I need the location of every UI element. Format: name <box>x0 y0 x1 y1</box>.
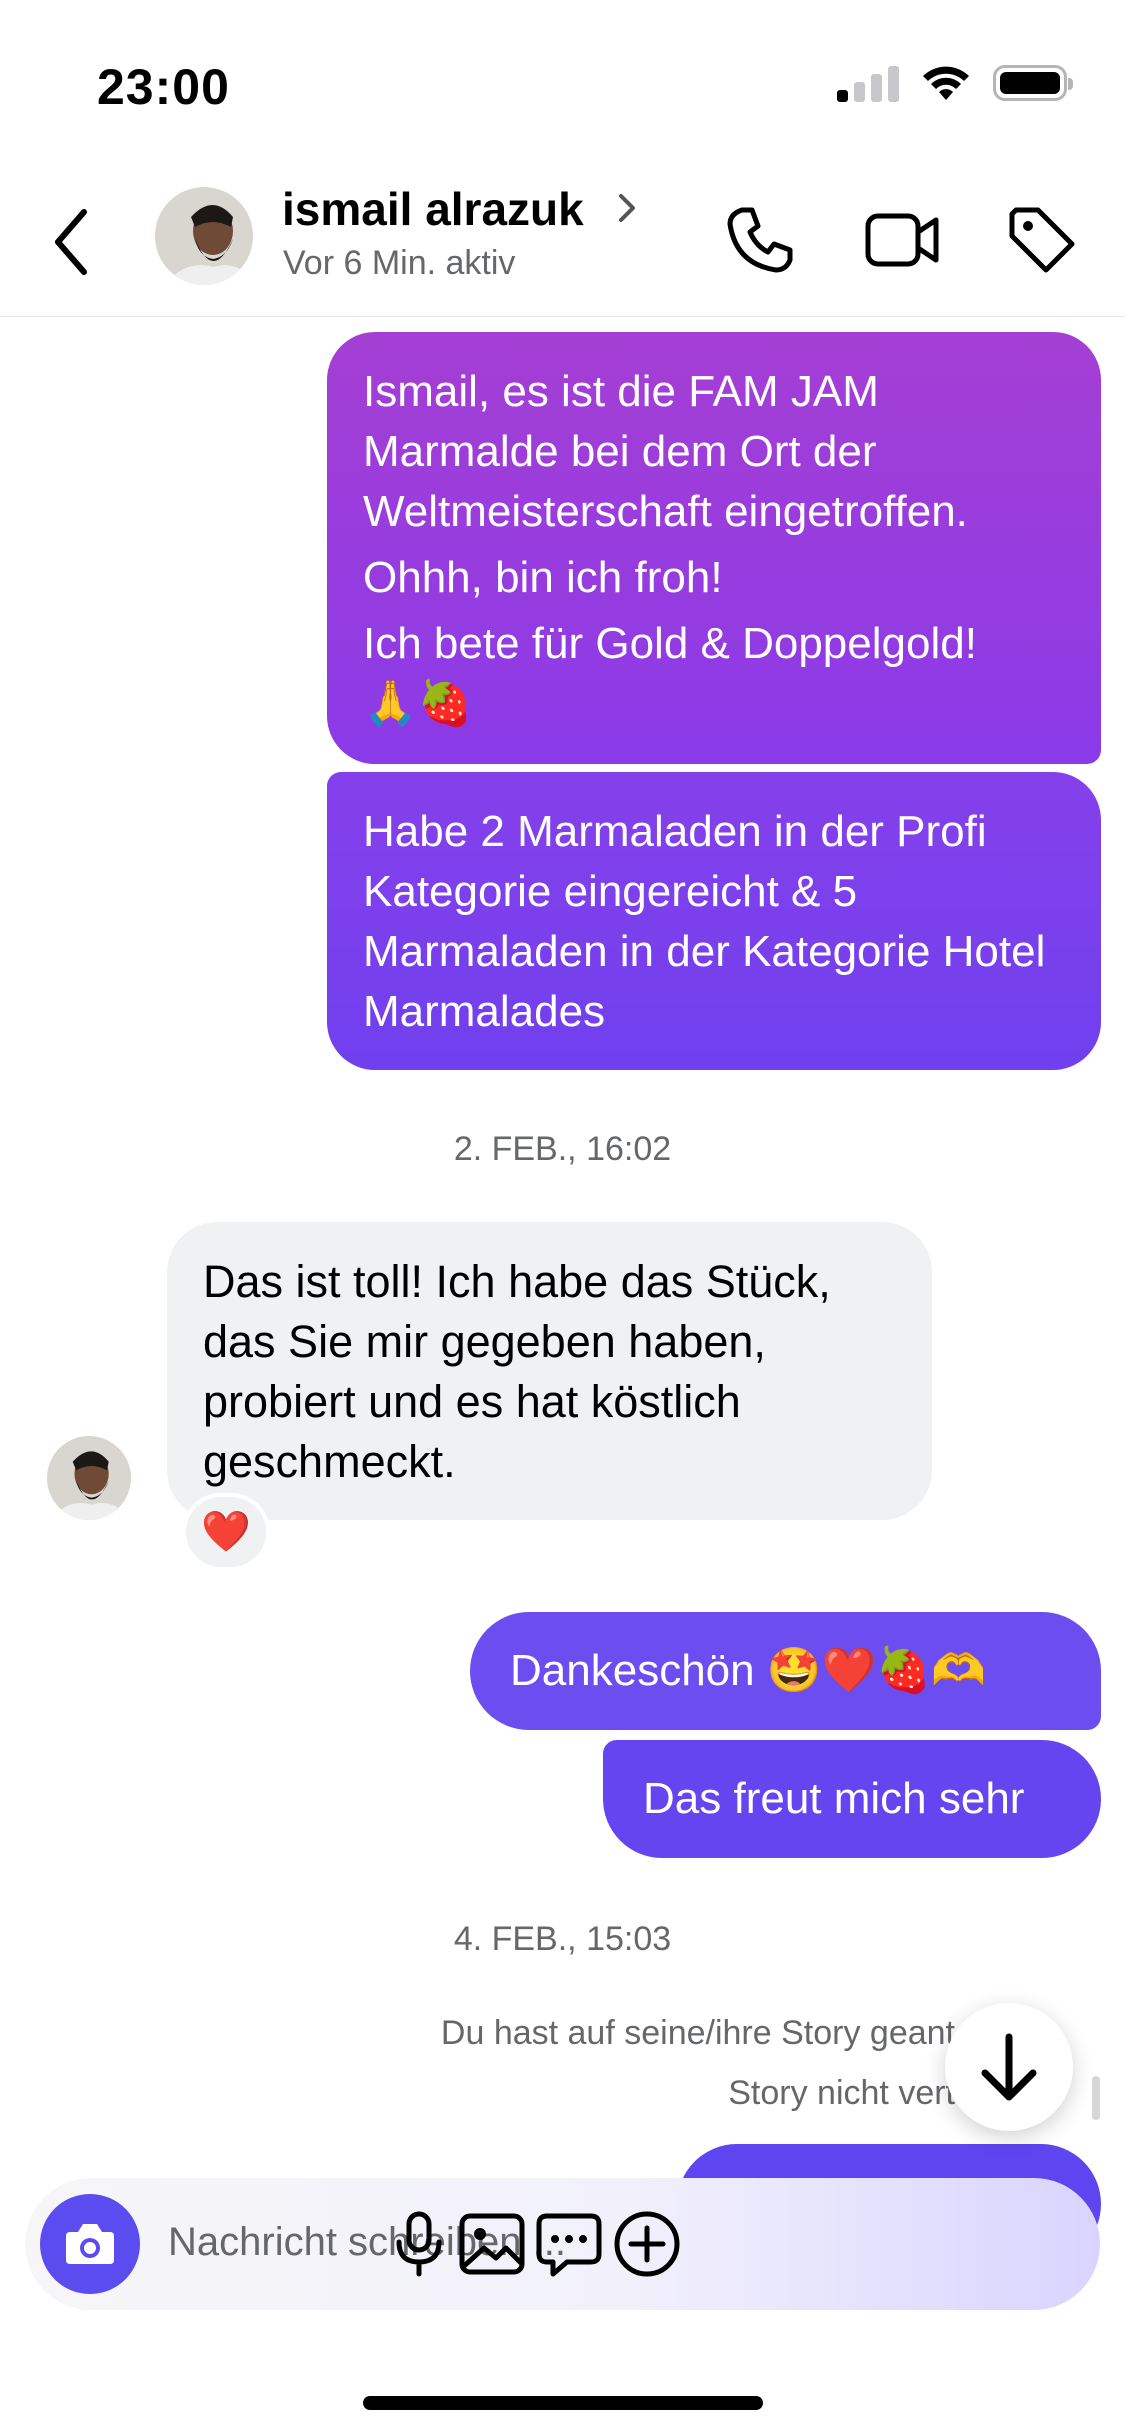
status-time: 23:00 <box>97 59 230 115</box>
reaction-badge[interactable]: ❤️ <box>182 1493 270 1571</box>
chat-header: ismail alrazuk Vor 6 Min. aktiv <box>0 170 1125 317</box>
phone-icon[interactable] <box>720 200 800 280</box>
message-composer: Nachricht schreiben ... <box>25 2178 1100 2310</box>
video-camera-icon[interactable] <box>862 200 942 280</box>
back-chevron-icon[interactable] <box>48 202 96 282</box>
avatar[interactable] <box>155 187 253 285</box>
wifi-icon <box>923 66 969 100</box>
contact-name[interactable]: ismail alrazuk <box>282 182 584 236</box>
message-line: Weltmeisterschaft eingetroffen. <box>363 487 968 536</box>
cellular-signal-icon <box>837 64 899 102</box>
message-bubble-outgoing[interactable]: Das freut mich sehr <box>603 1740 1101 1858</box>
message-line: Marmalde bei dem Ort der <box>363 427 877 476</box>
microphone-icon[interactable] <box>383 2208 455 2280</box>
activity-status: Vor 6 Min. aktiv <box>283 244 516 282</box>
message-bubble-outgoing[interactable]: Habe 2 Marmaladen in der Profi Kategorie… <box>327 772 1101 1070</box>
message-text: Dankeschön 🤩❤️🍓🫶 <box>510 1646 986 1695</box>
timestamp: 2. FEB., 16:02 <box>453 1130 672 1168</box>
message-bubble-outgoing[interactable]: Dankeschön 🤩❤️🍓🫶 <box>470 1612 1101 1730</box>
chevron-right-icon[interactable] <box>615 188 639 228</box>
avatar[interactable] <box>47 1436 131 1520</box>
message-text: Das ist toll! Ich habe das Stück, das Si… <box>203 1256 831 1487</box>
image-icon[interactable] <box>456 2208 528 2280</box>
message-bubble-outgoing[interactable]: Ismail, es ist die FAM JAM Marmalde bei … <box>327 332 1101 764</box>
camera-icon <box>66 2224 114 2264</box>
message-bubble-incoming[interactable]: Das ist toll! Ich habe das Stück, das Si… <box>167 1222 932 1520</box>
plus-circle-icon[interactable] <box>611 2208 683 2280</box>
arrow-down-icon <box>981 2033 1037 2101</box>
message-line: 🙏🍓 <box>363 679 473 728</box>
message-text: Habe 2 Marmaladen in der Profi Kategorie… <box>363 807 1046 1036</box>
tag-icon[interactable] <box>1002 200 1082 280</box>
message-line: Ohhh, bin ich froh! <box>363 553 723 602</box>
home-indicator <box>363 2396 763 2410</box>
message-text: Das freut mich sehr <box>643 1774 1025 1823</box>
sticker-chat-icon[interactable] <box>533 2208 605 2280</box>
message-line: Ich bete für Gold & Doppelgold! <box>363 619 977 668</box>
battery-icon <box>993 65 1073 101</box>
story-reply-notice: Du hast auf seine/ihre Story geant <box>440 2014 955 2052</box>
scroll-to-bottom-button[interactable] <box>945 2003 1073 2131</box>
scrollbar[interactable] <box>1092 2076 1100 2120</box>
status-icons <box>837 64 1073 102</box>
story-unavailable-notice: Story nicht vert <box>728 2074 955 2112</box>
timestamp: 4. FEB., 15:03 <box>453 1920 672 1958</box>
message-line: Ismail, es ist die FAM JAM <box>363 367 879 416</box>
camera-button[interactable] <box>40 2194 140 2294</box>
